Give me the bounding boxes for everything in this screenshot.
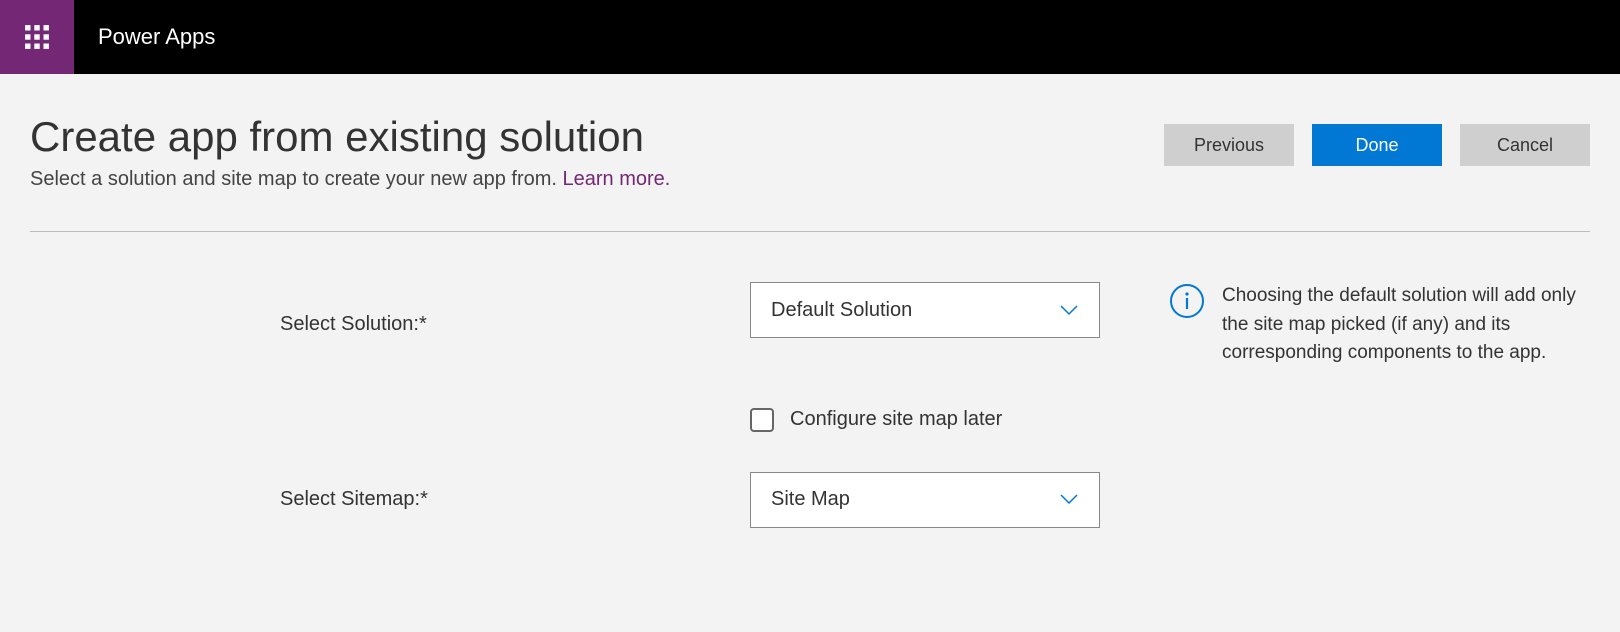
app-title: Power Apps: [74, 0, 215, 74]
info-text: Choosing the default solution will add o…: [1222, 282, 1590, 368]
done-button[interactable]: Done: [1312, 124, 1442, 166]
learn-more-link[interactable]: Learn more.: [563, 168, 671, 190]
select-sitemap-wrap: Site Map: [750, 472, 1130, 528]
chevron-down-icon: [1059, 299, 1079, 322]
content-area: Create app from existing solution Select…: [0, 74, 1620, 528]
app-launcher-button[interactable]: [0, 0, 74, 74]
info-icon: [1170, 284, 1204, 318]
select-solution-label: Select Solution:*: [250, 313, 710, 336]
header-divider: [30, 231, 1590, 232]
info-box: Choosing the default solution will add o…: [1170, 282, 1590, 368]
select-solution-wrap: Default Solution: [750, 282, 1130, 338]
cancel-button[interactable]: Cancel: [1460, 124, 1590, 166]
configure-later-label: Configure site map later: [790, 408, 1002, 431]
select-sitemap-value: Site Map: [771, 488, 850, 511]
select-sitemap-dropdown[interactable]: Site Map: [750, 472, 1100, 528]
previous-button[interactable]: Previous: [1164, 124, 1294, 166]
page-head-left: Create app from existing solution Select…: [30, 114, 670, 191]
page-subtitle: Select a solution and site map to create…: [30, 168, 670, 191]
select-solution-dropdown[interactable]: Default Solution: [750, 282, 1100, 338]
form-area: Select Solution:* Default Solution Choos…: [30, 282, 1590, 528]
app-header: Power Apps: [0, 0, 1620, 74]
subtitle-text: Select a solution and site map to create…: [30, 168, 563, 190]
page-title: Create app from existing solution: [30, 114, 670, 160]
chevron-down-icon: [1059, 488, 1079, 511]
select-sitemap-label: Select Sitemap:*: [250, 488, 710, 511]
select-solution-value: Default Solution: [771, 299, 912, 322]
page-head: Create app from existing solution Select…: [30, 114, 1590, 191]
configure-later-checkbox[interactable]: [750, 408, 774, 432]
configure-later-row: Configure site map later: [750, 408, 1130, 432]
waffle-icon: [24, 24, 50, 50]
action-buttons: Previous Done Cancel: [1164, 114, 1590, 166]
